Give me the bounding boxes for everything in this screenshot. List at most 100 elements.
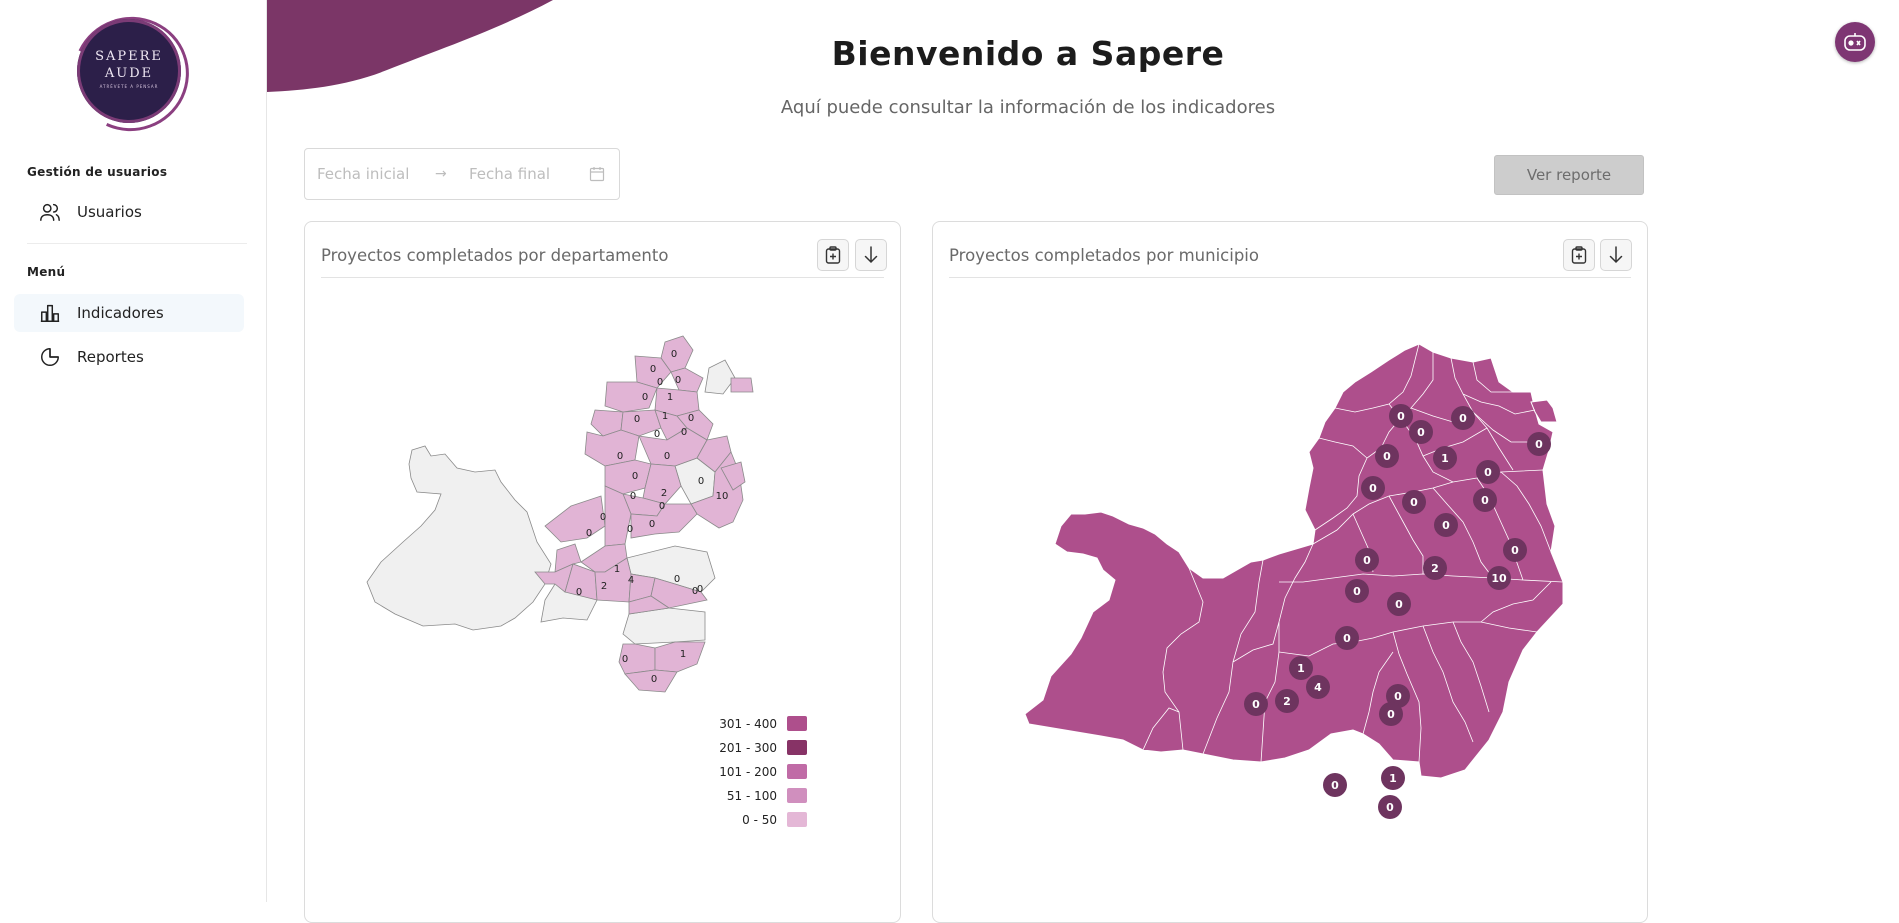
marker-value: 4: [1314, 681, 1322, 694]
marker-value: 0: [1410, 496, 1418, 509]
region-label: 0: [576, 587, 582, 598]
legend-label: 101 - 200: [719, 764, 777, 779]
sidebar-item-label: Usuarios: [77, 203, 142, 221]
region-label: 1: [667, 392, 673, 403]
map-marker[interactable]: 0: [1451, 406, 1475, 430]
map-marker[interactable]: 0: [1345, 579, 1369, 603]
marker-value: 0: [1395, 598, 1403, 611]
bar-chart-icon: [40, 304, 60, 322]
department-map: 0 0 0 0 0 1 0 1 0 0 0 0 0 0 2 0 0 0 10 0…: [366, 335, 754, 693]
map-marker[interactable]: 4: [1306, 675, 1330, 699]
map-marker[interactable]: 1: [1289, 656, 1313, 680]
marker-value: 0: [1331, 779, 1339, 792]
sidebar-item-reportes[interactable]: Reportes: [14, 338, 244, 376]
card-department: Proyectos completados por departamento 0…: [304, 221, 901, 923]
legend-label: 0 - 50: [742, 812, 777, 827]
region-label: 0: [632, 471, 638, 482]
region-label: 2: [661, 488, 667, 499]
map-region: [1024, 343, 1564, 779]
page-subtitle: Aquí puede consultar la información de l…: [267, 97, 1899, 118]
date-range-picker[interactable]: Fecha inicial → Fecha final: [304, 148, 620, 200]
marker-value: 0: [1386, 801, 1394, 814]
map-marker[interactable]: 0: [1476, 460, 1500, 484]
legend-swatch: [787, 716, 807, 731]
map-marker[interactable]: 2: [1275, 689, 1299, 713]
map-marker[interactable]: 0: [1361, 476, 1385, 500]
logo-subtext: ATRÉVETE A PENSAR: [99, 84, 159, 89]
region-label: 0: [674, 574, 680, 585]
marker-value: 0: [1397, 410, 1405, 423]
map-marker[interactable]: 0: [1473, 488, 1497, 512]
clipboard-plus-icon: [825, 246, 841, 264]
card-title: Proyectos completados por departamento: [321, 246, 669, 265]
legend-swatch: [787, 764, 807, 779]
map-marker[interactable]: 0: [1503, 538, 1527, 562]
map-marker[interactable]: 0: [1375, 444, 1399, 468]
region-label: 0: [688, 413, 694, 424]
end-date-input[interactable]: Fecha final: [469, 165, 589, 183]
legend-swatch: [787, 788, 807, 803]
marker-value: 0: [1387, 708, 1395, 721]
marker-value: 0: [1394, 690, 1402, 703]
marker-value: 2: [1283, 695, 1291, 708]
sidebar-item-label: Reportes: [77, 348, 144, 366]
logo-line-2: AUDE: [104, 66, 154, 81]
map-marker[interactable]: 0: [1409, 420, 1433, 444]
map-marker[interactable]: 0: [1402, 490, 1426, 514]
map-marker[interactable]: 0: [1387, 592, 1411, 616]
clipboard-add-button[interactable]: [1563, 239, 1595, 271]
municipality-map: 0 0 0 0 0 1 0 0 0 0 0 0 0 2 10 0 0 0 1 4…: [1024, 343, 1564, 819]
region-label: 0: [651, 674, 657, 685]
map-marker[interactable]: 0: [1527, 432, 1551, 456]
clipboard-add-button[interactable]: [817, 239, 849, 271]
region-label: 0: [600, 512, 606, 523]
region-label: 0: [692, 586, 698, 597]
legend-item: 51 - 100: [717, 788, 807, 803]
map-marker[interactable]: 2: [1423, 556, 1447, 580]
arrow-down-icon: [1609, 246, 1623, 264]
calendar-icon[interactable]: [589, 166, 605, 182]
region-label: 0: [664, 451, 670, 462]
marker-value: 0: [1442, 519, 1450, 532]
map-marker[interactable]: 10: [1487, 566, 1511, 590]
legend-item: 101 - 200: [717, 764, 807, 779]
map-marker[interactable]: 0: [1379, 702, 1403, 726]
marker-value: 0: [1511, 544, 1519, 557]
sidebar-item-users[interactable]: Usuarios: [14, 193, 244, 231]
region-label: 4: [628, 575, 634, 586]
marker-value: 0: [1481, 494, 1489, 507]
view-report-button[interactable]: Ver reporte: [1494, 155, 1644, 195]
map-marker[interactable]: 0: [1378, 795, 1402, 819]
map-marker[interactable]: 0: [1335, 626, 1359, 650]
marker-value: 0: [1252, 698, 1260, 711]
legend-swatch: [787, 740, 807, 755]
region-label: 10: [716, 491, 729, 502]
map-region: [544, 495, 606, 543]
map-marker[interactable]: 0: [1434, 513, 1458, 537]
legend-item: 0 - 50: [717, 812, 807, 827]
map-region: [730, 377, 754, 393]
download-button[interactable]: [1600, 239, 1632, 271]
section-title-users: Gestión de usuarios: [27, 165, 168, 179]
region-label: 0: [698, 476, 704, 487]
region-label: 2: [601, 581, 607, 592]
download-button[interactable]: [855, 239, 887, 271]
map-marker[interactable]: 1: [1433, 446, 1457, 470]
card-municipality: Proyectos completados por municipio 0 0 …: [932, 221, 1648, 923]
legend-item: 301 - 400: [717, 716, 807, 731]
assistant-button[interactable]: [1835, 22, 1875, 62]
start-date-input[interactable]: Fecha inicial: [317, 165, 435, 183]
page-title-text: Bienvenido a Sapere: [831, 34, 1225, 73]
map-marker[interactable]: 0: [1323, 773, 1347, 797]
sidebar-item-indicadores[interactable]: Indicadores: [14, 294, 244, 332]
map-marker[interactable]: 0: [1355, 548, 1379, 572]
section-title-menu: Menú: [27, 265, 66, 279]
region-label: 1: [662, 411, 668, 422]
region-label: 0: [657, 377, 663, 388]
region-label: 1: [614, 564, 620, 575]
sidebar-divider: [27, 243, 247, 244]
region-label: 0: [654, 429, 660, 440]
map-marker[interactable]: 1: [1381, 766, 1405, 790]
map-marker[interactable]: 0: [1389, 404, 1413, 428]
map-marker[interactable]: 0: [1244, 692, 1268, 716]
